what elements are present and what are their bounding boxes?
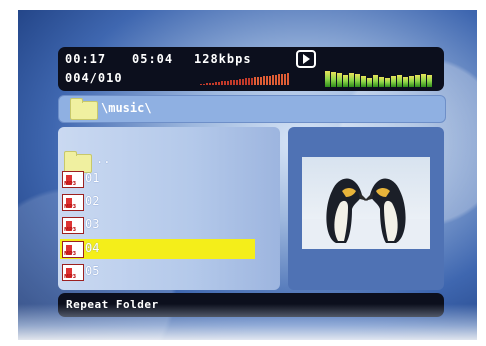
equalizer-bar — [355, 74, 360, 87]
equalizer-bar — [403, 77, 408, 87]
equalizer-bar — [367, 78, 372, 87]
equalizer-meter — [325, 67, 437, 87]
volume-tick — [236, 79, 238, 85]
file-item-04-selected[interactable]: 04 — [60, 239, 255, 259]
equalizer-bar — [349, 73, 354, 87]
file-item-02[interactable]: 02 — [60, 192, 255, 212]
volume-tick — [218, 81, 220, 85]
volume-tick — [260, 76, 262, 85]
volume-tick — [242, 78, 244, 85]
current-path-bar: \music\ — [58, 95, 446, 123]
total-time: 05:04 — [132, 52, 174, 66]
equalizer-bar — [421, 74, 426, 87]
file-item-05[interactable]: 05 — [60, 262, 255, 282]
parent-folder-item[interactable]: .. — [60, 149, 255, 173]
file-label: 02 — [85, 194, 100, 208]
volume-tick — [245, 78, 247, 85]
volume-tick — [257, 76, 259, 85]
equalizer-bar — [391, 76, 396, 87]
bottom-glow — [18, 304, 477, 340]
volume-tick — [248, 78, 250, 85]
file-label: 05 — [85, 264, 100, 278]
equalizer-bar — [385, 78, 390, 87]
bitrate: 128kbps — [194, 52, 252, 66]
mp3-file-icon — [62, 194, 84, 211]
mp3-file-icon — [62, 171, 84, 188]
volume-tick — [284, 73, 286, 85]
album-art-panel — [288, 127, 444, 290]
volume-meter — [200, 73, 296, 85]
volume-tick — [227, 80, 229, 85]
file-item-03[interactable]: 03 — [60, 215, 255, 235]
volume-tick — [215, 82, 217, 85]
volume-tick — [239, 79, 241, 85]
file-list: .. 01 02 03 04 05 — [58, 127, 280, 290]
player-screen: 00:17 05:04 128kbps 004/010 \music\ .. 0… — [18, 10, 477, 340]
volume-tick — [221, 81, 223, 85]
mp3-file-icon — [62, 264, 84, 281]
track-counter: 004/010 — [65, 71, 123, 85]
play-icon[interactable] — [296, 50, 316, 68]
volume-tick — [287, 73, 289, 85]
volume-tick — [224, 81, 226, 85]
volume-tick — [212, 82, 214, 85]
mp3-file-icon — [62, 241, 84, 258]
equalizer-bar — [361, 76, 366, 87]
parent-folder-label: .. — [96, 152, 111, 166]
equalizer-bar — [337, 73, 342, 87]
penguins-image — [302, 157, 430, 249]
volume-tick — [233, 79, 235, 85]
current-path: \music\ — [101, 101, 152, 115]
volume-tick — [266, 75, 268, 85]
equalizer-bar — [415, 75, 420, 87]
volume-tick — [272, 75, 274, 85]
file-item-01[interactable]: 01 — [60, 169, 255, 189]
file-label: 01 — [85, 171, 100, 185]
volume-tick — [230, 80, 232, 85]
volume-tick — [275, 74, 277, 85]
folder-icon — [70, 98, 98, 120]
status-bar: 00:17 05:04 128kbps 004/010 — [58, 47, 444, 91]
equalizer-bar — [373, 75, 378, 87]
file-label: 03 — [85, 217, 100, 231]
mp3-file-icon — [62, 217, 84, 234]
equalizer-bar — [427, 75, 432, 87]
volume-tick — [200, 84, 202, 85]
equalizer-bar — [343, 75, 348, 87]
volume-tick — [254, 77, 256, 85]
volume-tick — [251, 77, 253, 85]
volume-tick — [203, 83, 205, 85]
volume-tick — [263, 76, 265, 85]
equalizer-bar — [397, 75, 402, 87]
volume-tick — [269, 75, 271, 85]
volume-tick — [281, 74, 283, 85]
file-label: 04 — [85, 241, 100, 255]
volume-tick — [209, 82, 211, 85]
equalizer-bar — [379, 77, 384, 87]
equalizer-bar — [409, 76, 414, 87]
volume-tick — [278, 74, 280, 85]
volume-tick — [206, 83, 208, 85]
elapsed-time: 00:17 — [65, 52, 107, 66]
equalizer-bar — [325, 71, 330, 87]
equalizer-bar — [331, 72, 336, 87]
